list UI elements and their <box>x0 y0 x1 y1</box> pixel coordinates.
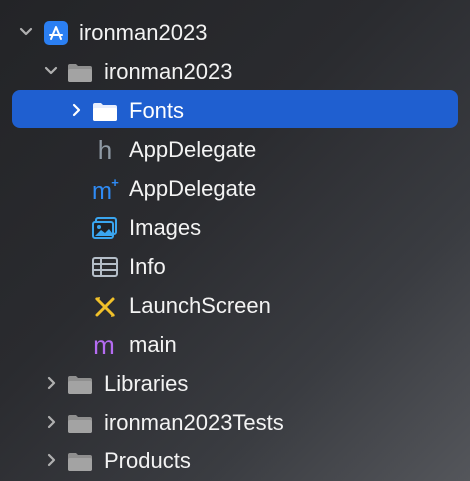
chevron-right-icon[interactable] <box>66 100 86 120</box>
xcode-project-icon <box>42 19 70 47</box>
tree-row-fonts[interactable]: Fonts <box>0 91 470 130</box>
tree-row-products[interactable]: Products <box>0 441 470 480</box>
chevron-down-icon[interactable] <box>16 22 36 42</box>
chevron-right-icon[interactable] <box>41 412 61 432</box>
tree-row-launchscreen[interactable]: LaunchScreen <box>0 286 470 325</box>
storyboard-icon <box>91 292 119 320</box>
tree-row-images[interactable]: Images <box>0 208 470 247</box>
tree-row-label: main <box>129 332 177 357</box>
tree-row-label: LaunchScreen <box>129 293 271 318</box>
tree-row-appdelegate-header[interactable]: h AppDelegate <box>0 130 470 169</box>
project-navigator: ironman2023 ironman2023 Fonts h AppDeleg… <box>0 0 470 481</box>
tree-row-appdelegate-implementation[interactable]: m + AppDelegate <box>0 169 470 208</box>
main-file-icon: m <box>91 331 119 359</box>
tree-row-info[interactable]: Info <box>0 247 470 286</box>
tree-row-main[interactable]: m main <box>0 325 470 364</box>
chevron-down-icon[interactable] <box>41 61 61 81</box>
asset-catalog-icon <box>91 214 119 242</box>
tree-row-label: Products <box>104 448 191 473</box>
svg-text:+: + <box>111 175 119 190</box>
svg-text:m: m <box>92 178 112 203</box>
chevron-right-icon[interactable] <box>41 450 61 470</box>
tree-row-label: AppDelegate <box>129 176 257 201</box>
tree-row-label: ironman2023Tests <box>104 410 284 435</box>
svg-text:h: h <box>98 136 112 164</box>
header-file-icon: h <box>91 136 119 164</box>
chevron-right-icon[interactable] <box>41 373 61 393</box>
tree-row-libraries[interactable]: Libraries <box>0 364 470 403</box>
tree-row-group[interactable]: ironman2023 <box>0 52 470 91</box>
folder-icon <box>66 409 94 437</box>
plist-icon <box>91 253 119 281</box>
objc-implementation-icon: m + <box>91 175 119 203</box>
tree-row-label: ironman2023 <box>104 59 233 84</box>
tree-row-tests[interactable]: ironman2023Tests <box>0 403 470 442</box>
tree-row-label: ironman2023 <box>79 20 208 45</box>
folder-icon <box>66 447 94 475</box>
folder-icon <box>91 97 119 125</box>
tree-row-project[interactable]: ironman2023 <box>0 13 470 52</box>
tree-row-label: Libraries <box>104 371 189 396</box>
folder-icon <box>66 58 94 86</box>
folder-icon <box>66 370 94 398</box>
tree-row-label: AppDelegate <box>129 137 257 162</box>
tree-row-label: Info <box>129 254 166 279</box>
tree-row-label: Images <box>129 215 202 240</box>
tree-row-label: Fonts <box>129 98 185 123</box>
svg-text:m: m <box>93 331 115 359</box>
